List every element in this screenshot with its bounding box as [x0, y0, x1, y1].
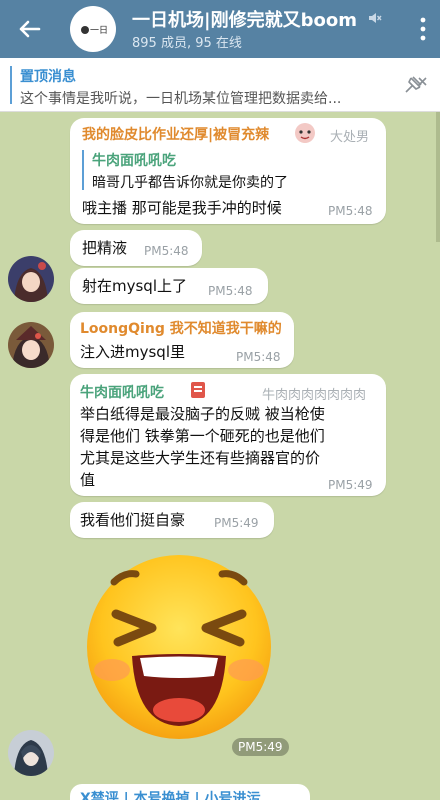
sender-name[interactable]: X禁评 | 本号换掉 | 小号进污: [80, 788, 261, 800]
pinned-accent-bar: [10, 66, 12, 104]
message-line: 尤其是这些大学生还有些摘器官的价: [80, 449, 321, 467]
reply-sender-name[interactable]: 牛肉面吼吼吃: [92, 150, 176, 170]
message-text: 我看他们挺自豪: [80, 511, 186, 529]
reply-accent-bar: [82, 150, 84, 190]
sticker-time: PM5:49: [232, 738, 289, 756]
pinned-title: 置顶消息: [20, 69, 76, 85]
sender-name[interactable]: LoongQing 我不知道我干嘛的: [80, 318, 282, 338]
message-text: 注入进mysql里: [80, 343, 185, 361]
avatar-dot-icon: [81, 26, 89, 34]
sender-name[interactable]: 牛肉面吼吼吃: [80, 382, 164, 402]
anime-avatar-icon: [8, 322, 54, 368]
chat-title[interactable]: 一日机场|刚修完就又boom: [132, 6, 364, 32]
more-vertical-icon[interactable]: [420, 16, 426, 42]
message-line: 得是他们 铁拳第一个砸死的也是他们: [80, 427, 325, 445]
sender-rank: 牛肉肉肉肉肉肉肉: [262, 388, 367, 403]
avatar-text: 一日: [90, 26, 109, 36]
user-avatar[interactable]: [8, 256, 54, 302]
message-time: PM5:48: [144, 244, 189, 258]
user-avatar[interactable]: [8, 730, 54, 776]
chat-header: 一日 一日机场|刚修完就又boom 895 成员, 95 在线: [0, 0, 440, 58]
message-text: 哦主播 那可能是我手冲的时候: [82, 199, 282, 217]
back-arrow-icon[interactable]: [14, 14, 44, 44]
message-line: 值: [80, 471, 96, 489]
message-time: PM5:48: [208, 284, 253, 298]
message-time: PM5:48: [328, 204, 373, 218]
message-line: 举白纸得是最没脑子的反贼 被当枪使: [80, 405, 325, 423]
pinned-text: 这个事情是我听说，一日机场某位管理把数据卖给...: [20, 91, 342, 107]
muted-speaker-icon: [369, 13, 382, 23]
message-text: 射在mysql上了: [82, 277, 187, 295]
message-text: 把精液: [82, 239, 128, 257]
group-avatar[interactable]: 一日: [70, 6, 116, 52]
scroll-indicator[interactable]: [436, 112, 440, 242]
reply-preview-text: 暗哥几乎都告诉你就是你卖的了: [92, 175, 288, 191]
message-time: PM5:49: [214, 516, 259, 530]
unpin-icon[interactable]: [402, 74, 428, 96]
user-avatar[interactable]: [8, 322, 54, 368]
sender-name[interactable]: 我的脸皮比作业还厚|被冒充辣: [82, 124, 269, 144]
message-time: PM5:49: [328, 478, 373, 492]
anime-avatar-icon: [8, 256, 54, 302]
sender-rank: 大处男: [330, 130, 370, 145]
sender-badge-icon: [191, 382, 205, 398]
sender-badge-icon: [295, 123, 315, 143]
message-time: PM5:48: [236, 350, 281, 364]
chat-member-count: 895 成员, 95 在线: [132, 36, 242, 51]
pinned-message-bar[interactable]: 置顶消息 这个事情是我听说，一日机场某位管理把数据卖给...: [0, 58, 440, 112]
anime-avatar-icon: [8, 730, 54, 776]
laughing-face-sticker-icon[interactable]: [84, 552, 274, 742]
